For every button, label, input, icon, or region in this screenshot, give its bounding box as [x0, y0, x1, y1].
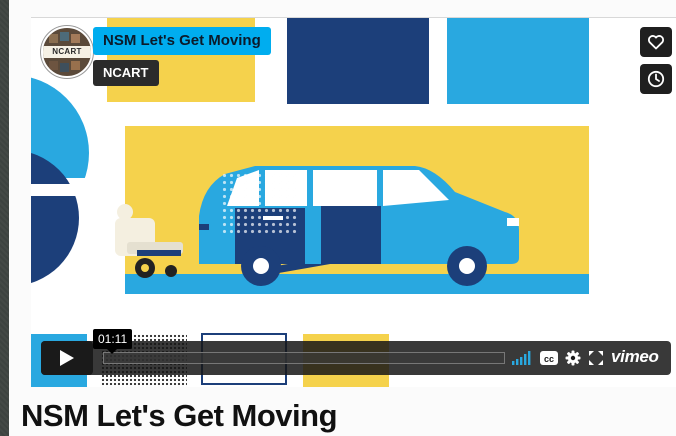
- channel-byline-link[interactable]: NCART: [93, 60, 159, 86]
- page-title: NSM Let's Get Moving: [21, 398, 338, 433]
- play-button[interactable]: [41, 341, 93, 375]
- clock-icon: [647, 70, 665, 88]
- volume-bars-icon[interactable]: [511, 350, 531, 366]
- gear-icon[interactable]: [565, 350, 581, 366]
- frame-navy-block-top: [287, 18, 429, 104]
- frame-blue-block-top: [447, 18, 589, 104]
- like-button[interactable]: [640, 27, 672, 57]
- svg-text:cc: cc: [544, 354, 554, 364]
- current-time-tooltip: 01:11: [93, 329, 133, 354]
- fullscreen-icon[interactable]: [589, 350, 603, 366]
- video-player[interactable]: NCART NSM Let's Get Moving NCART 01:11 c…: [31, 17, 676, 387]
- van-illustration: [115, 166, 519, 286]
- van-dotted-door-pattern: [221, 172, 297, 234]
- watch-later-button[interactable]: [640, 64, 672, 94]
- vimeo-logo[interactable]: vimeo: [611, 347, 659, 367]
- video-title-link[interactable]: NSM Let's Get Moving: [93, 27, 271, 55]
- page: NCART NSM Let's Get Moving NCART 01:11 c…: [9, 0, 676, 436]
- progress-timeline[interactable]: [103, 352, 505, 364]
- heart-icon: [648, 35, 664, 50]
- player-controls: 01:11 cc vimeo: [41, 329, 671, 375]
- channel-avatar[interactable]: NCART: [41, 26, 93, 78]
- cc-icon[interactable]: cc: [539, 350, 559, 366]
- avatar-logo-text: NCART: [52, 47, 82, 56]
- play-icon: [60, 350, 74, 366]
